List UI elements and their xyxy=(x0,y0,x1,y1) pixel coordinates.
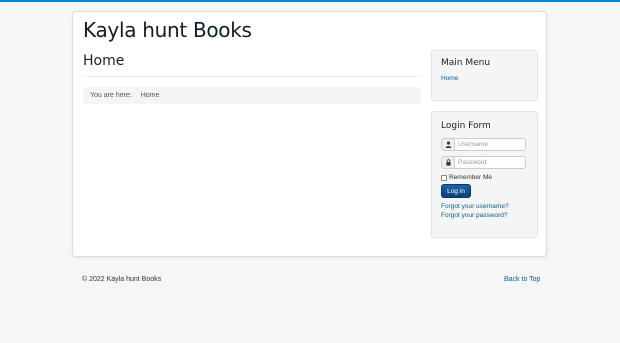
breadcrumb: You are here: Home xyxy=(83,87,421,104)
password-input[interactable] xyxy=(455,157,525,168)
main-menu-panel: Main Menu Home xyxy=(431,50,538,101)
username-field xyxy=(441,138,526,151)
title-divider xyxy=(83,76,421,77)
breadcrumb-prefix: You are here: xyxy=(90,92,132,99)
remember-me-label: Remember Me xyxy=(449,174,492,181)
login-form-panel: Login Form Remember Me Log xyxy=(431,111,538,238)
back-to-top-link[interactable]: Back to Top xyxy=(504,276,540,283)
remember-me-checkbox[interactable] xyxy=(441,174,447,181)
breadcrumb-current: Home xyxy=(140,92,160,99)
username-input[interactable] xyxy=(455,139,525,150)
page-title: Home xyxy=(83,53,125,69)
menu-item-home[interactable]: Home xyxy=(441,75,458,82)
password-field xyxy=(441,156,526,169)
remember-me[interactable]: Remember Me xyxy=(441,174,492,181)
content-card: Kayla hunt Books Home You are here: Home… xyxy=(72,11,547,257)
user-icon xyxy=(442,139,455,150)
main-menu-title: Main Menu xyxy=(441,58,491,68)
top-accent-bar xyxy=(0,0,620,2)
forgot-username-link[interactable]: Forgot your username? xyxy=(441,203,509,210)
site-title[interactable]: Kayla hunt Books xyxy=(83,18,252,42)
forgot-password-link[interactable]: Forgot your password? xyxy=(441,212,507,219)
login-button[interactable]: Log in xyxy=(441,184,471,198)
lock-icon xyxy=(442,157,455,168)
footer-copyright: © 2022 Kayla hunt Books xyxy=(82,276,162,283)
login-form-title: Login Form xyxy=(441,121,491,131)
